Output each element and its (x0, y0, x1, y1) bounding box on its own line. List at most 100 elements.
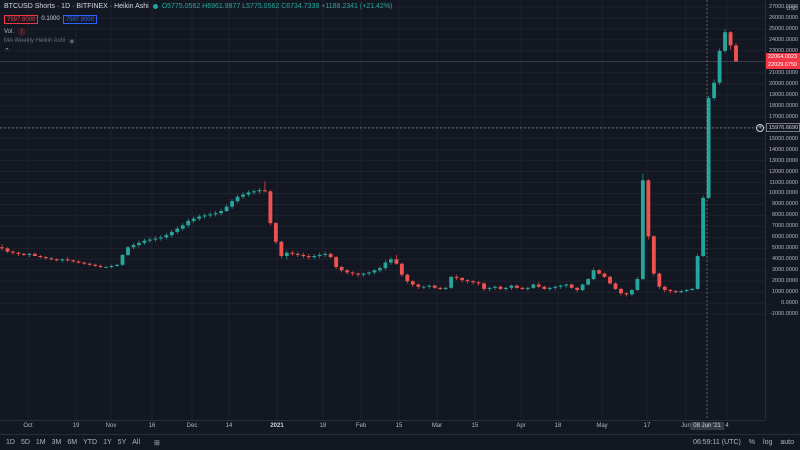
candle-body (43, 257, 48, 259)
warning-icon[interactable]: ! (18, 28, 27, 36)
time-tick-label: 15 (395, 423, 403, 429)
percent-toggle[interactable]: % (749, 439, 755, 446)
timeframe-6m[interactable]: 6M (67, 439, 77, 446)
bottom-toolbar: 1D 5D 1M 3M 6M YTD 1Y 5Y All ⊞ 06:59:11 … (0, 434, 800, 450)
candle-body (230, 201, 234, 207)
candle-body (438, 287, 443, 289)
candlestick-chart[interactable] (0, 0, 765, 420)
timeframe-3m[interactable]: 3M (52, 439, 62, 446)
candle-body (5, 248, 10, 252)
candle-body (87, 263, 92, 265)
candle-body (213, 213, 218, 215)
crosshair-price-label: 15976.6690 (766, 123, 800, 133)
candle-body (328, 253, 333, 258)
candle-body (482, 283, 486, 289)
bid-price[interactable]: 7597.8000 (4, 15, 39, 24)
ask-price[interactable]: 7597.9000 (62, 15, 98, 24)
candle-body (602, 273, 607, 277)
time-tick-label: 14 (225, 423, 233, 429)
time-tick-label: Apr (516, 423, 526, 429)
price-tick-label: 18000.0000 (768, 102, 798, 109)
price-tick-label: 8000.0000 (772, 212, 798, 219)
candle-body (383, 262, 388, 269)
timeframe-5y[interactable]: 5Y (118, 439, 127, 446)
timeframe-ytd[interactable]: YTD (83, 439, 97, 446)
candle-body (640, 180, 645, 280)
price-tick-label: 0.0000 (781, 300, 798, 307)
log-toggle[interactable]: log (763, 439, 772, 446)
candle-body (416, 284, 421, 287)
candle-body (367, 272, 371, 274)
timeframe-1m[interactable]: 1M (36, 439, 46, 446)
price-tick-label: 19000.0000 (768, 91, 798, 98)
candle-body (553, 286, 558, 288)
candle-body (591, 270, 596, 280)
add-alert-icon[interactable]: + (756, 123, 764, 132)
timeframe-5d[interactable]: 5D (21, 439, 30, 446)
price-tick-label: 2000.0000 (772, 278, 798, 285)
candle-body (673, 291, 678, 293)
candle-body (701, 197, 706, 257)
candle-body (153, 238, 158, 240)
timeframe-1y[interactable]: 1Y (103, 439, 112, 446)
price-tick-label: 15000.0000 (768, 135, 798, 142)
candle-body (410, 281, 415, 285)
candle-body (98, 265, 103, 267)
candle-body (268, 191, 273, 224)
volume-indicator[interactable]: Vol. ! (4, 28, 27, 36)
candle-body (684, 290, 689, 292)
candle-body (394, 259, 399, 264)
candle-body (427, 285, 432, 287)
price-tick-label: 26000.0000 (768, 14, 798, 21)
candle-body (180, 225, 185, 229)
candle-body (279, 241, 284, 257)
timeframe-all[interactable]: All (132, 439, 140, 446)
candle-body (356, 273, 360, 275)
price-axis[interactable]: USD 27000.0000 26000.0000 25000.0000 24000.… (765, 0, 800, 420)
utc-clock[interactable]: 06:59:11 (UTC) (693, 439, 741, 446)
candle-body (635, 279, 640, 291)
time-tick-label: 15 (471, 423, 479, 429)
time-axis[interactable]: Oct 19 Nov 16 Dec 14 2021 18 Feb 15 Mar 15 Apr 18 May 1… (0, 420, 765, 434)
candle-body (60, 259, 65, 261)
candle-body (284, 252, 289, 257)
eye-icon[interactable]: ◉ (69, 38, 74, 45)
time-tick-label: Mar (431, 423, 443, 429)
price-tick-label: 10000.0000 (768, 190, 798, 197)
price-tick-label: 13000.0000 (768, 157, 798, 164)
time-tick-label: 19 (72, 423, 80, 429)
timeframe-1d[interactable]: 1D (6, 439, 15, 446)
candle-body (449, 276, 454, 288)
price-tick-label: 3000.0000 (772, 267, 798, 274)
time-tick-label: Oct (23, 423, 33, 429)
candle-body (569, 284, 574, 288)
chart-area[interactable]: BTCUSD Shorts · 1D · BITFINEX · Heikin A… (0, 0, 765, 420)
candle-body (580, 284, 585, 291)
candle-body (16, 252, 21, 254)
price-tick-label: 7000.0000 (772, 223, 798, 230)
time-tick-label: Feb (355, 423, 367, 429)
ma-indicator[interactable]: MA Weekly Heikin Ashi ◉ (4, 38, 75, 45)
candle-body (460, 277, 465, 281)
price-tick-label: 21000.0000 (768, 69, 798, 76)
symbol-title[interactable]: BTCUSD Shorts · 1D · BITFINEX · Heikin A… (4, 3, 149, 10)
price-tick-label: 27000.0000 (768, 4, 798, 10)
auto-toggle[interactable]: auto (780, 439, 794, 446)
candle-body (312, 256, 317, 258)
time-tick-label: Dec (186, 423, 198, 429)
candle-body (301, 254, 306, 257)
candle-body (613, 283, 618, 289)
collapse-legend-icon[interactable]: ⌃ (4, 47, 10, 55)
goto-date-icon[interactable]: ⊞ (154, 439, 160, 447)
candle-body (71, 260, 76, 262)
candle-body (350, 272, 355, 274)
candle-body (487, 287, 492, 289)
last-close-label: 22029.6750 (766, 60, 800, 69)
candle-body (525, 287, 530, 289)
candle-body (54, 259, 59, 261)
price-tick-label: 6000.0000 (772, 234, 798, 241)
candle-body (547, 287, 552, 289)
candle-body (608, 276, 612, 284)
candle-body (454, 276, 459, 278)
candle-body (334, 257, 339, 267)
